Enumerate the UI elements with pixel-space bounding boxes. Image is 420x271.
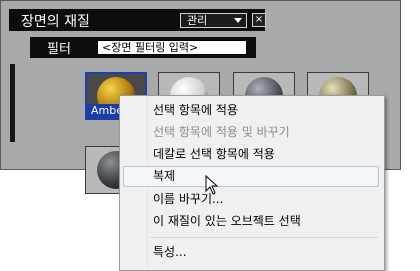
menu-item-apply-to-selection[interactable]: 선택 항목에 적용 xyxy=(123,100,379,121)
panel-title: 장면의 재질 xyxy=(21,14,90,30)
panel-sidebar-strip xyxy=(10,64,15,142)
close-button[interactable]: × xyxy=(252,13,266,27)
menu-item-select-objects-with-material[interactable]: 이 재질이 있는 오브젝트 선택 xyxy=(123,211,379,232)
filter-label: 필터 xyxy=(47,42,71,57)
menu-item-rename[interactable]: 이름 바꾸기... xyxy=(123,189,379,210)
mouse-pointer-icon xyxy=(205,175,219,195)
manage-dropdown[interactable]: 관리 xyxy=(180,13,247,28)
menu-item-duplicate[interactable]: 복제 xyxy=(123,166,379,187)
manage-dropdown-value: 관리 xyxy=(187,14,208,27)
panel-titlebar: 장면의 재질 관리 × xyxy=(9,9,266,31)
filter-row: 필터 <장면 필터링 입력> xyxy=(30,37,256,58)
context-menu: 선택 항목에 적용 선택 항목에 적용 및 바꾸기 데칼로 선택 항목에 적용 … xyxy=(119,95,385,271)
chevron-down-icon xyxy=(234,18,242,23)
menu-item-apply-as-decal[interactable]: 데칼로 선택 항목에 적용 xyxy=(123,144,379,165)
menu-item-properties[interactable]: 특성... xyxy=(123,242,379,263)
filter-input[interactable]: <장면 필터링 입력> xyxy=(97,40,247,55)
menu-item-apply-and-replace: 선택 항목에 적용 및 바꾸기 xyxy=(153,125,290,139)
menu-separator xyxy=(150,237,378,238)
close-icon: × xyxy=(254,14,264,25)
